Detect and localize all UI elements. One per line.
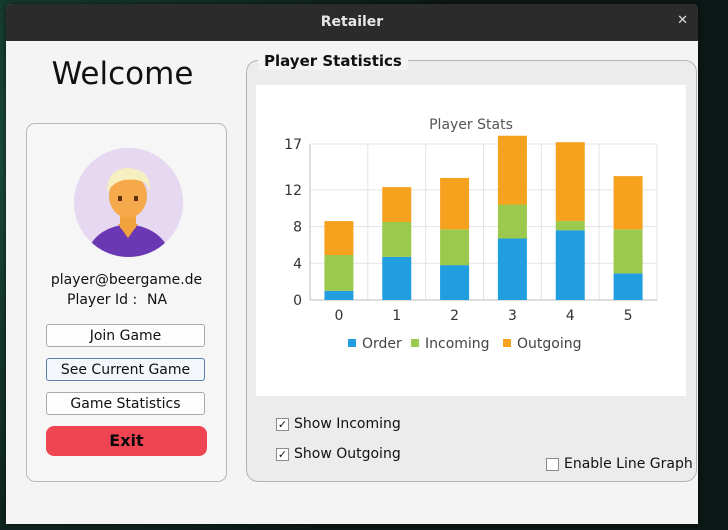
enable-line-graph-checkbox[interactable]: Enable Line Graph: [546, 456, 693, 472]
checkbox-checked-icon: ✓: [276, 447, 289, 461]
bar-order-3: [497, 238, 527, 300]
bar-order-5: [613, 273, 643, 300]
player-id-label: Player Id :: [67, 292, 138, 308]
checkbox-checked-icon: ✓: [276, 417, 289, 431]
bar-order-0: [324, 290, 354, 300]
show-incoming-label: Show Incoming: [294, 416, 401, 432]
show-outgoing-checkbox[interactable]: ✓ Show Outgoing: [276, 446, 401, 462]
player-id-value: NA: [147, 292, 168, 308]
bar-order-1: [382, 256, 412, 300]
y-tick-label: 12: [284, 183, 302, 199]
bar-incoming-4: [555, 221, 585, 231]
x-tick-label: 1: [392, 308, 401, 324]
close-icon[interactable]: ✕: [677, 13, 688, 28]
app-window: Retailer ✕ Welcome player@beergame.de Pl…: [6, 4, 698, 524]
window-title: Retailer: [320, 14, 384, 30]
welcome-heading: Welcome: [51, 56, 194, 92]
exit-button[interactable]: Exit: [46, 426, 207, 456]
bar-incoming-0: [324, 255, 354, 291]
enable-line-graph-label: Enable Line Graph: [564, 456, 693, 472]
checkbox-unchecked-icon: [546, 457, 559, 471]
x-tick-label: 4: [566, 308, 575, 324]
user-email: player@beergame.de: [50, 272, 203, 288]
legend-swatch-order: [348, 339, 356, 347]
bar-outgoing-5: [613, 176, 643, 230]
see-current-game-button[interactable]: See Current Game: [46, 358, 205, 381]
avatar: [74, 148, 183, 257]
join-game-button[interactable]: Join Game: [46, 324, 205, 347]
bar-incoming-2: [440, 229, 470, 266]
bar-outgoing-4: [555, 142, 585, 222]
x-tick-label: 2: [450, 308, 459, 324]
bar-incoming-3: [497, 204, 527, 239]
x-tick-label: 0: [334, 308, 343, 324]
legend-swatch-incoming: [411, 339, 419, 347]
profile-card: player@beergame.de Player Id : NA Join G…: [26, 123, 227, 482]
panel-title: Player Statistics: [258, 52, 408, 70]
show-outgoing-label: Show Outgoing: [294, 446, 401, 462]
player-statistics-panel: Player Stats 0 4 8 12 17 0 1 2 3 4 5 Order Incoming Ou…: [246, 60, 697, 482]
bar-incoming-5: [613, 229, 643, 274]
bar-outgoing-0: [324, 221, 354, 256]
bar-outgoing-2: [440, 177, 470, 230]
game-statistics-button[interactable]: Game Statistics: [46, 392, 205, 415]
x-tick-label: 5: [624, 308, 633, 324]
bar-outgoing-3: [497, 135, 527, 205]
y-tick-label: 17: [284, 137, 302, 153]
bar-order-2: [440, 265, 470, 300]
stacked-bar-chart: Player Stats04812170 1 2 3 4 5Order Incoming Ou…: [284, 117, 658, 352]
avatar-icon: [74, 148, 183, 257]
y-tick-label: 4: [293, 256, 302, 272]
chart-title: Player Stats: [429, 117, 513, 133]
legend-swatch-outgoing: [503, 339, 511, 347]
legend-label-incoming: Incoming: [425, 336, 490, 352]
bar-order-4: [555, 230, 585, 300]
x-tick-label: 3: [508, 308, 517, 324]
legend-label-outgoing: Outgoing: [517, 336, 581, 352]
bar-incoming-1: [382, 222, 412, 257]
y-tick-label: 0: [293, 293, 302, 309]
legend-label-order: Order: [362, 336, 402, 352]
chart-container: Player Stats 0 4 8 12 17 0 1 2 3 4 5 Order Incoming Ou…: [256, 85, 686, 396]
y-tick-label: 8: [293, 220, 302, 236]
bar-outgoing-1: [382, 187, 412, 222]
show-incoming-checkbox[interactable]: ✓ Show Incoming: [276, 416, 401, 432]
title-bar: Retailer ✕: [6, 4, 698, 41]
